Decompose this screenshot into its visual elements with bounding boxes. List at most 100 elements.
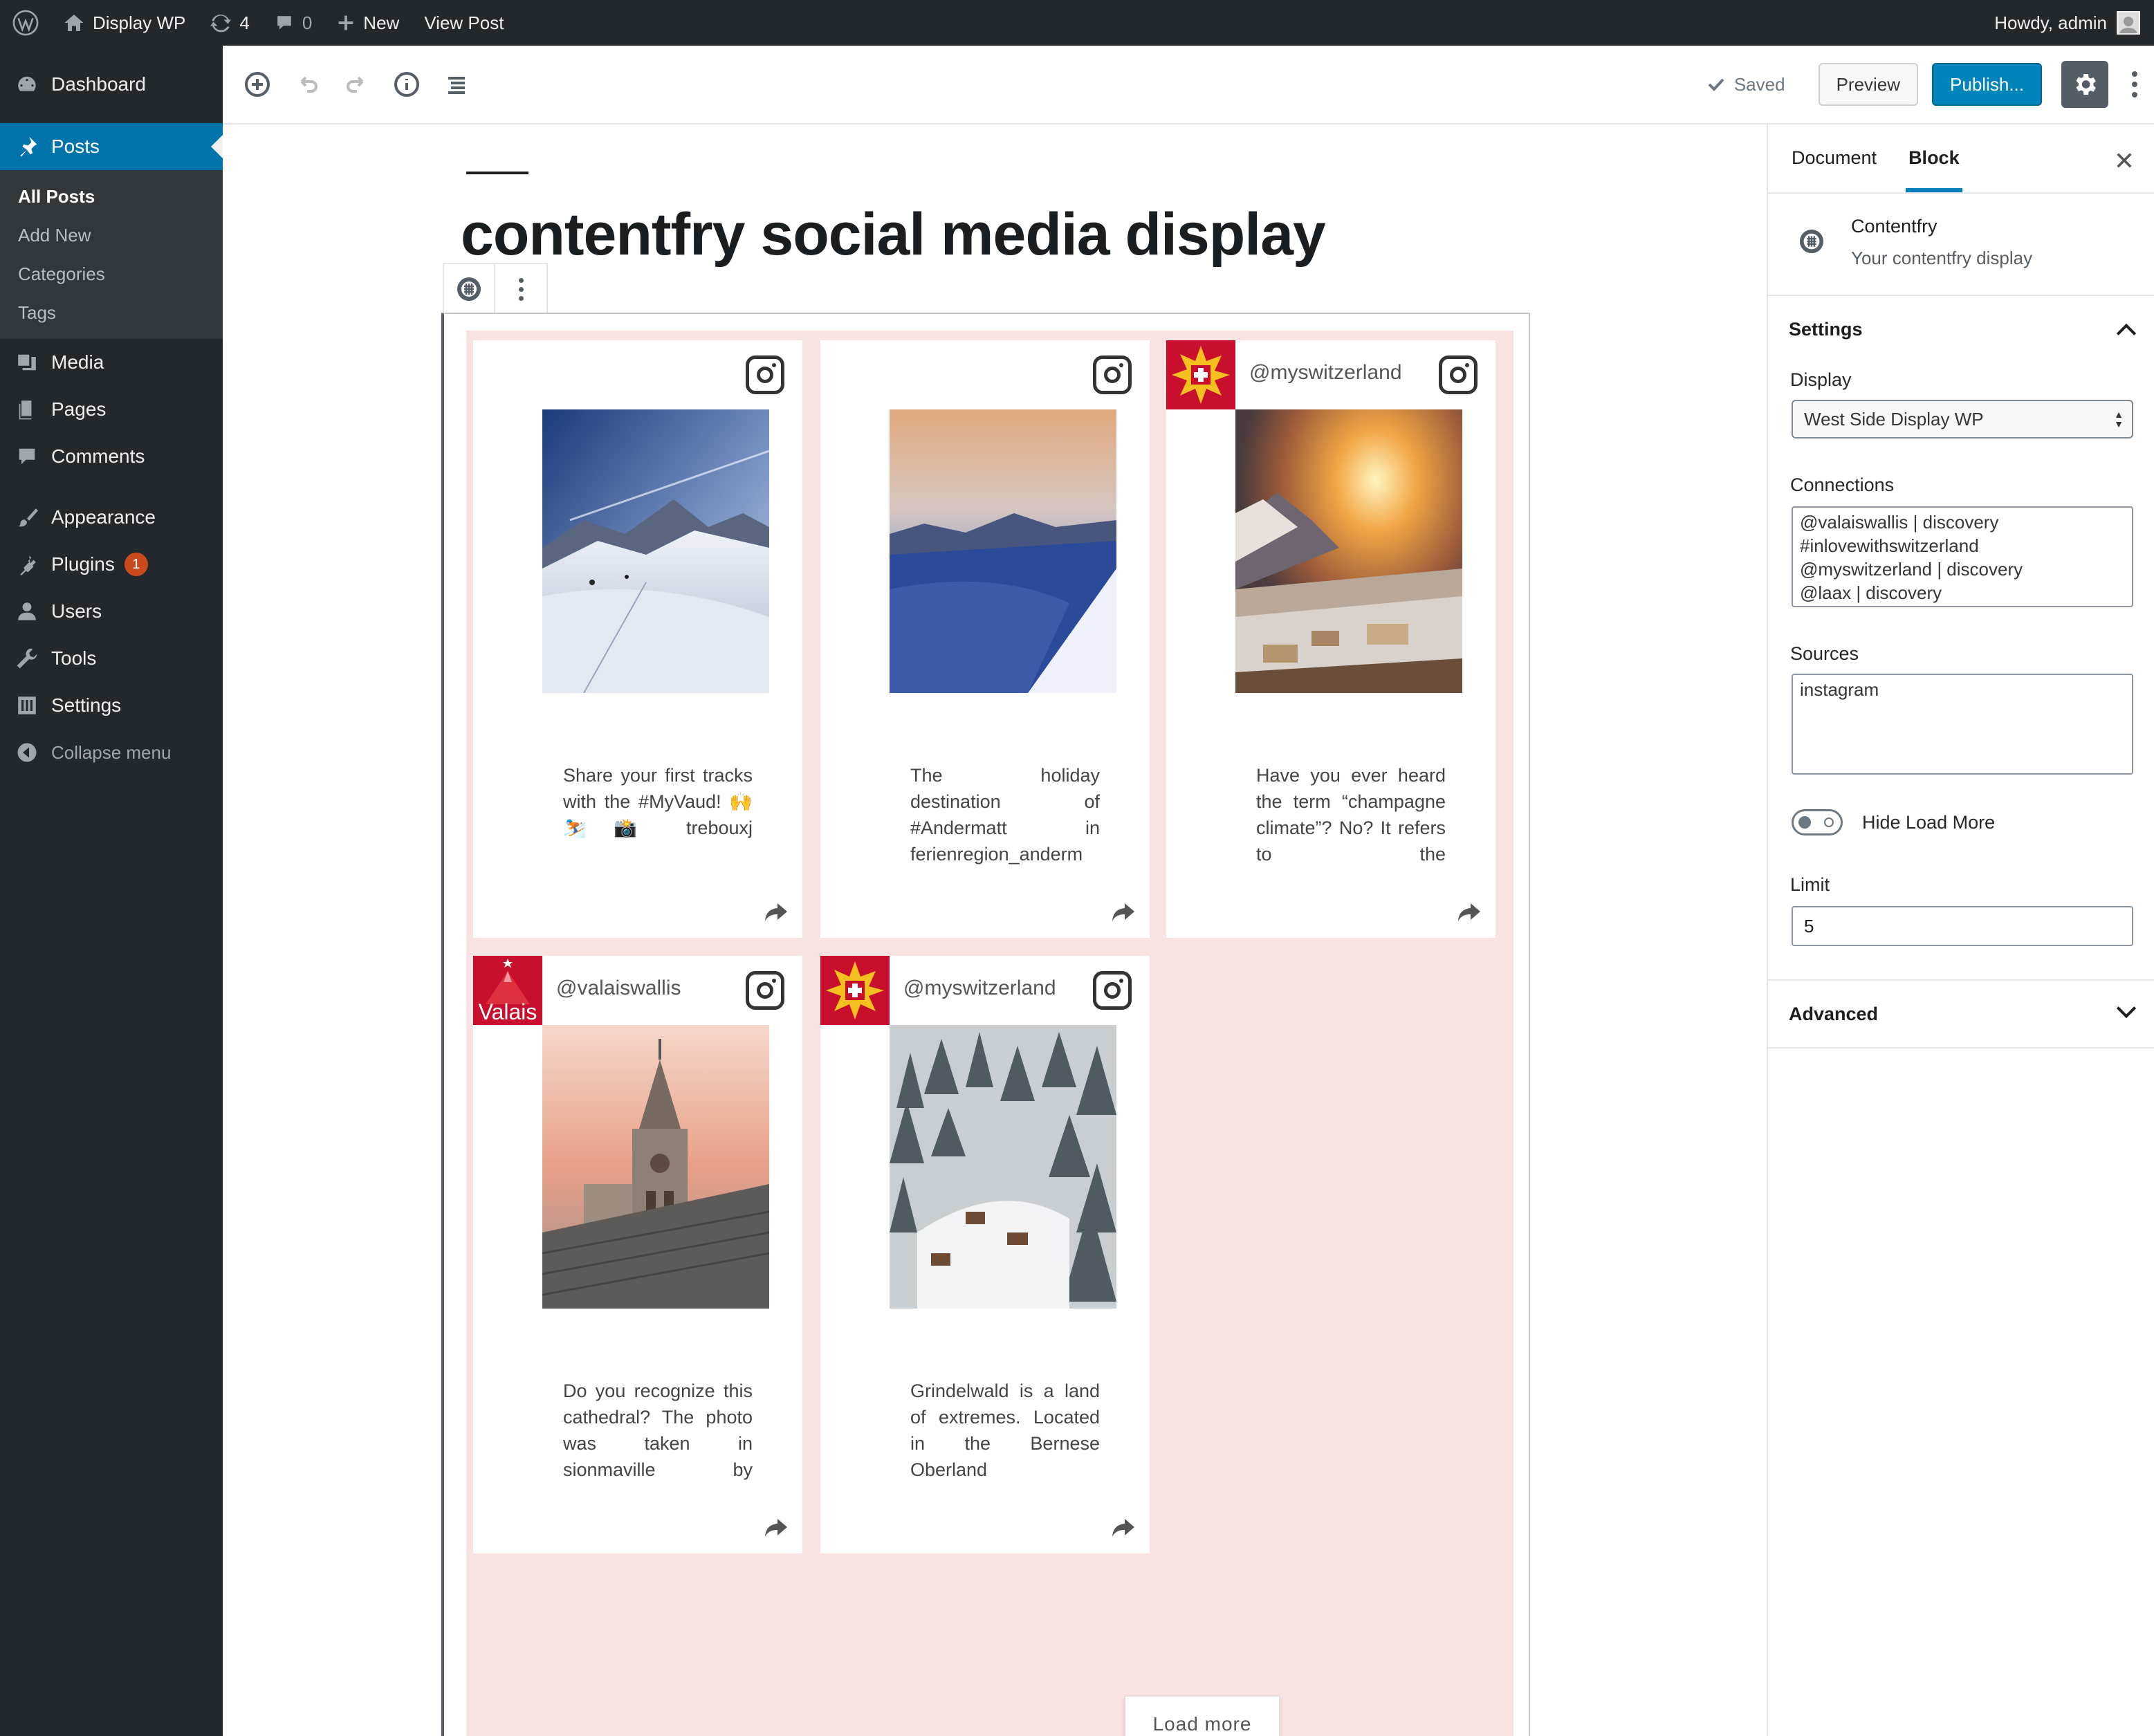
content-info-button[interactable] bbox=[382, 59, 432, 109]
kebab-dot bbox=[2132, 92, 2137, 98]
share-icon[interactable] bbox=[764, 902, 789, 923]
instagram-icon[interactable] bbox=[1093, 971, 1132, 1010]
submenu-tags[interactable]: Tags bbox=[0, 293, 223, 332]
instagram-icon[interactable] bbox=[746, 971, 784, 1010]
sidebar-item-comments[interactable]: Comments bbox=[0, 433, 223, 480]
close-icon[interactable]: ✕ bbox=[2114, 147, 2135, 176]
comments-icon bbox=[15, 445, 39, 468]
howdy-text: Howdy, admin bbox=[1994, 12, 2107, 33]
valais-logo: Valais bbox=[473, 956, 542, 1025]
settings-panel-title: Settings bbox=[1789, 318, 1863, 340]
updates-count: 4 bbox=[239, 12, 250, 33]
share-icon[interactable] bbox=[764, 1517, 789, 1538]
updates-icon bbox=[210, 15, 232, 33]
block-navigation-button[interactable] bbox=[432, 59, 481, 109]
my-account-link[interactable]: Howdy, admin bbox=[1982, 0, 2154, 46]
post-caption: Share your first tracks with the #MyVaud… bbox=[563, 765, 753, 838]
settings-panel-toggle[interactable]: Settings bbox=[1768, 296, 2154, 362]
connections-textarea[interactable]: @valaiswallis | discovery #inlovewithswi… bbox=[1792, 506, 2133, 607]
sidebar-item-label: Appearance bbox=[51, 506, 156, 528]
myswitzerland-logo bbox=[1166, 340, 1235, 409]
new-content-link[interactable]: New bbox=[324, 0, 412, 46]
undo-button[interactable] bbox=[282, 59, 332, 109]
sidebar-item-pages[interactable]: Pages bbox=[0, 386, 223, 433]
submenu-categories[interactable]: Categories bbox=[0, 255, 223, 293]
collapse-menu-button[interactable]: Collapse menu bbox=[0, 729, 223, 776]
load-more-button[interactable]: Load more bbox=[1125, 1696, 1280, 1736]
sidebar-item-appearance[interactable]: Appearance bbox=[0, 494, 223, 541]
connection-line: @myswitzerland | discovery bbox=[1800, 559, 2023, 580]
sidebar-item-settings[interactable]: Settings bbox=[0, 682, 223, 729]
instagram-icon[interactable] bbox=[1093, 355, 1132, 394]
post-caption: Do you recognize this cathedral? The pho… bbox=[563, 1381, 753, 1480]
settings-toggle-button[interactable] bbox=[2061, 61, 2108, 108]
sidebar-item-label: Tools bbox=[51, 647, 97, 669]
share-icon[interactable] bbox=[1111, 1517, 1136, 1538]
share-icon[interactable] bbox=[1111, 902, 1136, 923]
wordpress-logo-icon[interactable] bbox=[0, 0, 51, 46]
post-photo bbox=[890, 409, 1116, 693]
plus-icon bbox=[338, 15, 353, 30]
sidebar-item-media[interactable]: Media bbox=[0, 339, 223, 386]
account-handle[interactable]: @valaiswallis bbox=[556, 977, 681, 1000]
feed-card[interactable]: Valais @valaiswallis Do you recognize th… bbox=[473, 956, 802, 1553]
posts-submenu: All Posts Add New Categories Tags bbox=[0, 170, 223, 339]
sidebar-item-tools[interactable]: Tools bbox=[0, 635, 223, 682]
site-name-link[interactable]: Display WP bbox=[51, 0, 198, 46]
panel-divider bbox=[1768, 1047, 2154, 1049]
redo-button[interactable] bbox=[332, 59, 382, 109]
comments-link[interactable]: 0 bbox=[262, 0, 324, 46]
home-icon bbox=[64, 15, 84, 31]
wrench-icon bbox=[15, 647, 39, 670]
instagram-icon[interactable] bbox=[746, 355, 784, 394]
account-handle[interactable]: @myswitzerland bbox=[1249, 361, 1402, 385]
feed-card[interactable]: @myswitzerland Grindelwald is a land of … bbox=[820, 956, 1150, 1553]
media-icon bbox=[15, 351, 39, 374]
collapse-arrow-icon bbox=[15, 741, 39, 764]
feed-card[interactable]: The holiday destination of #Andermatt in… bbox=[820, 340, 1150, 938]
instagram-icon[interactable] bbox=[1439, 355, 1478, 394]
block-type-button[interactable] bbox=[444, 264, 495, 314]
feed-card[interactable]: @myswitzerland Have you ever heard the t… bbox=[1166, 340, 1495, 938]
post-title[interactable]: contentfry social media display bbox=[461, 201, 1326, 269]
connection-line: #inlovewithswitzerland bbox=[1800, 535, 1979, 556]
myswitzerland-logo bbox=[820, 956, 890, 1025]
hide-load-more-label: Hide Load More bbox=[1862, 812, 1996, 833]
submenu-add-new[interactable]: Add New bbox=[0, 216, 223, 255]
sidebar-item-label: Posts bbox=[51, 136, 100, 157]
preview-button[interactable]: Preview bbox=[1818, 63, 1919, 106]
publish-button[interactable]: Publish... bbox=[1932, 63, 2042, 106]
sidebar-item-plugins[interactable]: Plugins 1 bbox=[0, 541, 223, 588]
sidebar-tabs: Document Block ✕ bbox=[1768, 124, 2154, 194]
tab-block[interactable]: Block bbox=[1906, 123, 1962, 192]
sources-textarea[interactable]: instagram bbox=[1792, 674, 2133, 775]
tab-document[interactable]: Document bbox=[1789, 123, 1879, 192]
sidebar-item-dashboard[interactable]: Dashboard bbox=[0, 61, 223, 108]
share-icon[interactable] bbox=[1457, 902, 1482, 923]
sidebar-item-users[interactable]: Users bbox=[0, 588, 223, 635]
sidebar-item-posts[interactable]: Posts bbox=[0, 123, 223, 170]
more-options-button[interactable] bbox=[2122, 61, 2147, 108]
block-more-options-button[interactable] bbox=[495, 264, 546, 314]
display-select[interactable]: West Side Display WP ▲ ▼ bbox=[1792, 400, 2133, 438]
hide-load-more-toggle[interactable] bbox=[1792, 809, 1843, 835]
plus-circle-icon bbox=[245, 72, 270, 97]
feed-card[interactable]: Share your first tracks with the #MyVaud… bbox=[473, 340, 802, 938]
limit-input[interactable]: 5 bbox=[1792, 906, 2133, 946]
valais-logo-text: Valais bbox=[479, 999, 537, 1024]
submenu-all-posts[interactable]: All Posts bbox=[0, 177, 223, 216]
connection-line: @valaiswallis | discovery bbox=[1800, 512, 1999, 533]
list-outline-icon bbox=[448, 77, 465, 94]
view-post-link[interactable]: View Post bbox=[412, 0, 516, 46]
undo-icon bbox=[300, 76, 317, 93]
kebab-dot bbox=[2132, 82, 2137, 87]
account-handle[interactable]: @myswitzerland bbox=[903, 977, 1056, 1000]
kebab-icon bbox=[518, 277, 524, 301]
new-label: New bbox=[363, 12, 400, 33]
updates-link[interactable]: 4 bbox=[198, 0, 261, 46]
pages-icon bbox=[15, 398, 39, 421]
admin-sidebar: Dashboard Posts All Posts Add New Catego… bbox=[0, 46, 223, 1736]
add-block-button[interactable] bbox=[232, 59, 282, 109]
limit-label: Limit bbox=[1790, 874, 1830, 895]
advanced-panel-toggle[interactable]: Advanced bbox=[1768, 981, 2154, 1047]
